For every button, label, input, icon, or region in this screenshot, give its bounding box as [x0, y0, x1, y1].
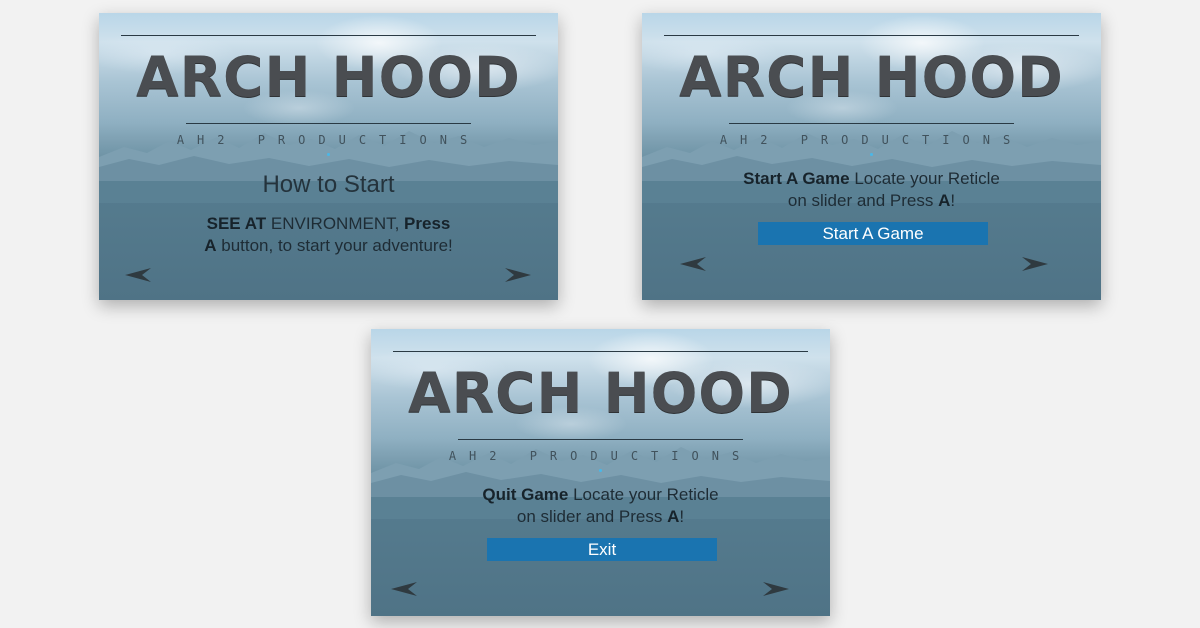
screen-heading: How to Start — [262, 171, 395, 198]
instruction-bold: A — [667, 507, 680, 526]
instruction-bold: SEE AT — [206, 214, 267, 233]
arrow-right-icon[interactable] — [1022, 257, 1048, 271]
logo-divider — [186, 123, 471, 124]
reticle-dot — [599, 469, 602, 472]
instruction-part: ! — [679, 507, 685, 526]
arrow-left-icon[interactable] — [125, 268, 151, 282]
screen-how-to-start: ARCH HOOD AH2 PRODUCTIONS How to Start S… — [99, 13, 558, 300]
instruction-bold: A — [204, 236, 217, 255]
start-game-button[interactable]: Start A Game — [758, 222, 988, 245]
instruction-part: Locate your Reticle — [849, 169, 1000, 188]
instruction-part: on slider and Press — [787, 191, 939, 210]
arrow-right-icon[interactable] — [763, 582, 789, 596]
instruction-part: on slider and Press — [516, 507, 668, 526]
game-logo: ARCH HOOD — [679, 45, 1064, 109]
instruction-text: SEE AT ENVIRONMENT, Press A button, to s… — [139, 213, 518, 257]
action-name: Start A Game — [743, 169, 850, 188]
instruction-part: button, to start your adventure! — [216, 236, 453, 255]
top-divider — [121, 35, 536, 36]
arrow-left-icon[interactable] — [680, 257, 706, 271]
studio-name: AH2 PRODUCTIONS — [448, 449, 753, 463]
top-divider — [393, 351, 808, 352]
instruction-text: Quit Game Locate your Reticle on slider … — [411, 484, 790, 528]
instruction-bold: Press — [404, 214, 451, 233]
reticle-dot — [870, 153, 873, 156]
exit-button[interactable]: Exit — [487, 538, 717, 561]
game-logo: ARCH HOOD — [136, 45, 521, 109]
reticle-dot — [327, 153, 330, 156]
arrow-right-icon[interactable] — [505, 268, 531, 282]
instruction-part: ENVIRONMENT, — [266, 214, 405, 233]
studio-name: AH2 PRODUCTIONS — [176, 133, 481, 147]
studio-name: AH2 PRODUCTIONS — [719, 133, 1024, 147]
instruction-part: ! — [950, 191, 956, 210]
action-name: Quit Game — [482, 485, 569, 504]
top-divider — [664, 35, 1079, 36]
game-logo: ARCH HOOD — [408, 361, 793, 425]
instruction-bold: A — [938, 191, 951, 210]
arrow-left-icon[interactable] — [391, 582, 417, 596]
logo-divider — [458, 439, 743, 440]
screen-start-game: ARCH HOOD AH2 PRODUCTIONS Start A Game L… — [642, 13, 1101, 300]
instruction-part: Locate your Reticle — [568, 485, 719, 504]
screen-quit-game: ARCH HOOD AH2 PRODUCTIONS Quit Game Loca… — [371, 329, 830, 616]
logo-divider — [729, 123, 1014, 124]
instruction-text: Start A Game Locate your Reticle on slid… — [682, 168, 1061, 212]
